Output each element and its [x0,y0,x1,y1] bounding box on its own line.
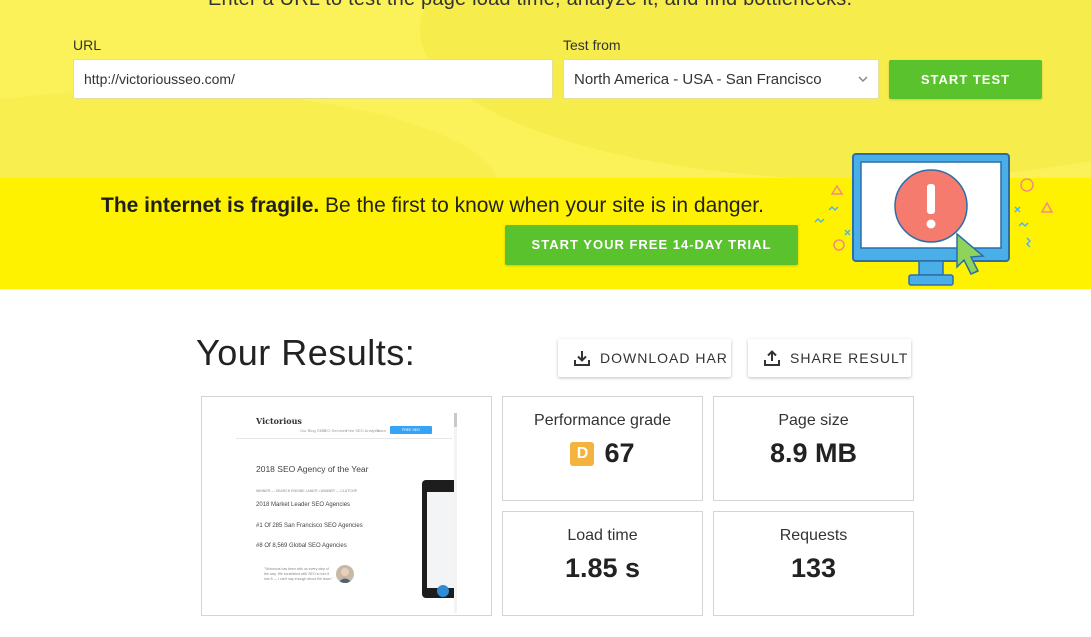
page-size-value: 8.9 MB [769,438,858,468]
load-time-label: Load time [567,527,638,544]
thumbnail-nav-item: Team [376,428,386,433]
promo-message: The internet is fragile. Be the first to… [101,194,764,218]
free-trial-button[interactable]: START YOUR FREE 14-DAY TRIAL [505,225,798,265]
share-result-button[interactable]: SHARE RESULT [748,339,911,377]
thumbnail-cta: FREE SEO CONSULTATION [390,426,432,440]
avatar [336,565,354,583]
thumbnail-laptop-image [422,480,457,598]
thumbnail-scrollbar [454,413,457,613]
test-from-select[interactable]: North America - USA - San Francisco [563,59,879,99]
thumbnail-subline: WINNER — SEARCH ENGINE LAND® • WINNER — … [256,489,358,493]
chat-bubble-icon [437,585,449,597]
load-time-card: Load time 1.85 s [502,511,703,616]
divider [236,438,452,439]
page-headline: Enter a URL to test the page load time, … [208,0,852,11]
promo-text: Be the first to know when your site is i… [319,194,764,217]
thumbnail-quote: "Victorious has been with us every step … [264,567,333,581]
page-screenshot-thumbnail: Victorious Our Blog SEO SEO Services Fre… [201,396,492,616]
start-test-button[interactable]: START TEST [889,60,1042,99]
test-from-label: Test from [563,37,621,53]
share-icon [764,350,780,366]
url-label: URL [73,37,102,53]
load-time-value: 1.85 s [564,553,641,583]
thumbnail-heading: 2018 SEO Agency of the Year [256,464,369,474]
background-shape [0,90,500,178]
performance-grade-card: Performance grade D 67 [502,396,703,501]
test-from-value: North America - USA - San Francisco [574,71,822,88]
download-icon [574,351,590,366]
performance-grade-label: Performance grade [534,412,671,429]
url-input[interactable] [73,59,553,99]
results-title: Your Results: [196,332,416,373]
thumbnail-award: #8 Of 8,569 Global SEO Agencies [256,543,347,549]
requests-value: 133 [790,553,837,583]
thumbnail-logo: Victorious [256,416,302,426]
page-size-card: Page size 8.9 MB [713,396,914,501]
download-har-button[interactable]: DOWNLOAD HAR [558,339,731,377]
thumbnail-nav-item: SEO Services [322,428,347,433]
thumbnail-award: 2018 Market Leader SEO Agencies [256,502,351,508]
download-har-label: DOWNLOAD HAR [600,350,728,366]
performance-grade-value: 67 [604,438,635,468]
chevron-down-icon [858,76,868,83]
requests-card: Requests 133 [713,511,914,616]
requests-label: Requests [779,527,848,544]
promo-bold-text: The internet is fragile. [101,194,320,217]
share-result-label: SHARE RESULT [790,350,909,366]
thumbnail-nav-item: Free SEO Analysis [346,428,380,433]
grade-badge: D [570,441,595,466]
thumbnail-award: #1 Of 285 San Francisco SEO Agencies [256,523,363,529]
monitor-alert-illustration [814,153,1054,286]
page-size-label: Page size [778,412,849,429]
